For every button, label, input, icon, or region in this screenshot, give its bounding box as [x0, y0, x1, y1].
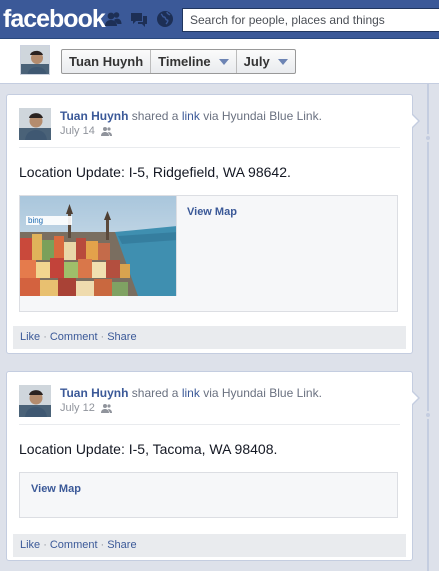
notifications-globe-icon[interactable]: [156, 10, 174, 28]
story-text: Location Update: I-5, Ridgefield, WA 986…: [19, 164, 291, 180]
like-link[interactable]: Like: [20, 331, 40, 343]
search-input[interactable]: Search for people, places and things: [182, 8, 439, 32]
story-pointer: [411, 113, 420, 129]
story-actions: Like · Comment · Share: [13, 326, 406, 349]
link-attachment[interactable]: bing View Map: [19, 195, 398, 312]
link-attachment[interactable]: View Map: [19, 472, 398, 518]
friends-icon[interactable]: [100, 126, 112, 136]
month-label: July: [243, 54, 270, 69]
view-map-link[interactable]: View Map: [31, 483, 81, 495]
chevron-down-icon: [218, 59, 229, 65]
chevron-down-icon: [277, 59, 288, 65]
story-meta: July 12: [60, 402, 112, 414]
timeline-story: Tuan Huynh shared a link via Hyundai Blu…: [6, 94, 420, 354]
author-avatar[interactable]: [19, 385, 51, 417]
comment-link[interactable]: Comment: [50, 331, 98, 343]
story-header: Tuan Huynh shared a link via Hyundai Blu…: [60, 386, 322, 401]
author-avatar[interactable]: [19, 108, 51, 140]
view-map-link[interactable]: View Map: [187, 206, 237, 218]
friend-requests-icon[interactable]: [104, 10, 122, 28]
timeline-label: Timeline: [158, 54, 211, 69]
separator: ·: [43, 331, 47, 343]
profile-name-button[interactable]: Tuan Huynh: [62, 50, 152, 73]
divider: [19, 147, 400, 148]
story-text: Location Update: I-5, Tacoma, WA 98408.: [19, 441, 278, 457]
story-actions: Like · Comment · Share: [13, 534, 406, 557]
timeline-nav-buttons: Tuan Huynh Timeline July: [61, 49, 296, 74]
separator: ·: [100, 331, 105, 343]
separator: ·: [43, 539, 47, 551]
timeline-spine: [427, 84, 429, 571]
comment-link[interactable]: Comment: [50, 539, 98, 551]
timeline-spine-dot: [424, 411, 432, 419]
divider: [19, 424, 400, 425]
timeline-header: Tuan Huynh Timeline July: [0, 39, 439, 84]
timeline-dropdown[interactable]: Timeline: [151, 50, 237, 73]
facebook-logo[interactable]: facebook: [3, 5, 106, 34]
profile-name: Tuan Huynh: [69, 54, 144, 69]
share-link[interactable]: Share: [107, 331, 136, 343]
story-date[interactable]: July 14: [60, 125, 95, 137]
friends-icon[interactable]: [100, 403, 112, 413]
author-name-link[interactable]: Tuan Huynh: [60, 386, 128, 400]
profile-avatar[interactable]: [20, 45, 50, 75]
like-link[interactable]: Like: [20, 539, 40, 551]
author-name-link[interactable]: Tuan Huynh: [60, 109, 128, 123]
map-thumbnail[interactable]: bing: [20, 196, 177, 296]
story-meta: July 14: [60, 125, 112, 137]
story-pointer: [411, 390, 420, 406]
shared-link-word[interactable]: link: [182, 386, 200, 400]
story-via: via Hyundai Blue Link.: [203, 386, 322, 400]
share-link[interactable]: Share: [107, 539, 136, 551]
story-date[interactable]: July 12: [60, 402, 95, 414]
bing-logo-text: bing: [28, 216, 43, 225]
top-bar: facebook Search for people, places and t…: [0, 0, 439, 39]
story-via: via Hyundai Blue Link.: [203, 109, 322, 123]
timeline-story: Tuan Huynh shared a link via Hyundai Blu…: [6, 371, 420, 561]
separator: ·: [100, 539, 105, 551]
story-verb: shared a: [131, 386, 179, 400]
story-header: Tuan Huynh shared a link via Hyundai Blu…: [60, 109, 322, 124]
messages-icon[interactable]: [130, 10, 148, 28]
shared-link-word[interactable]: link: [182, 109, 200, 123]
timeline-spine-dot: [424, 134, 432, 142]
story-verb: shared a: [131, 109, 179, 123]
month-dropdown[interactable]: July: [237, 50, 295, 73]
